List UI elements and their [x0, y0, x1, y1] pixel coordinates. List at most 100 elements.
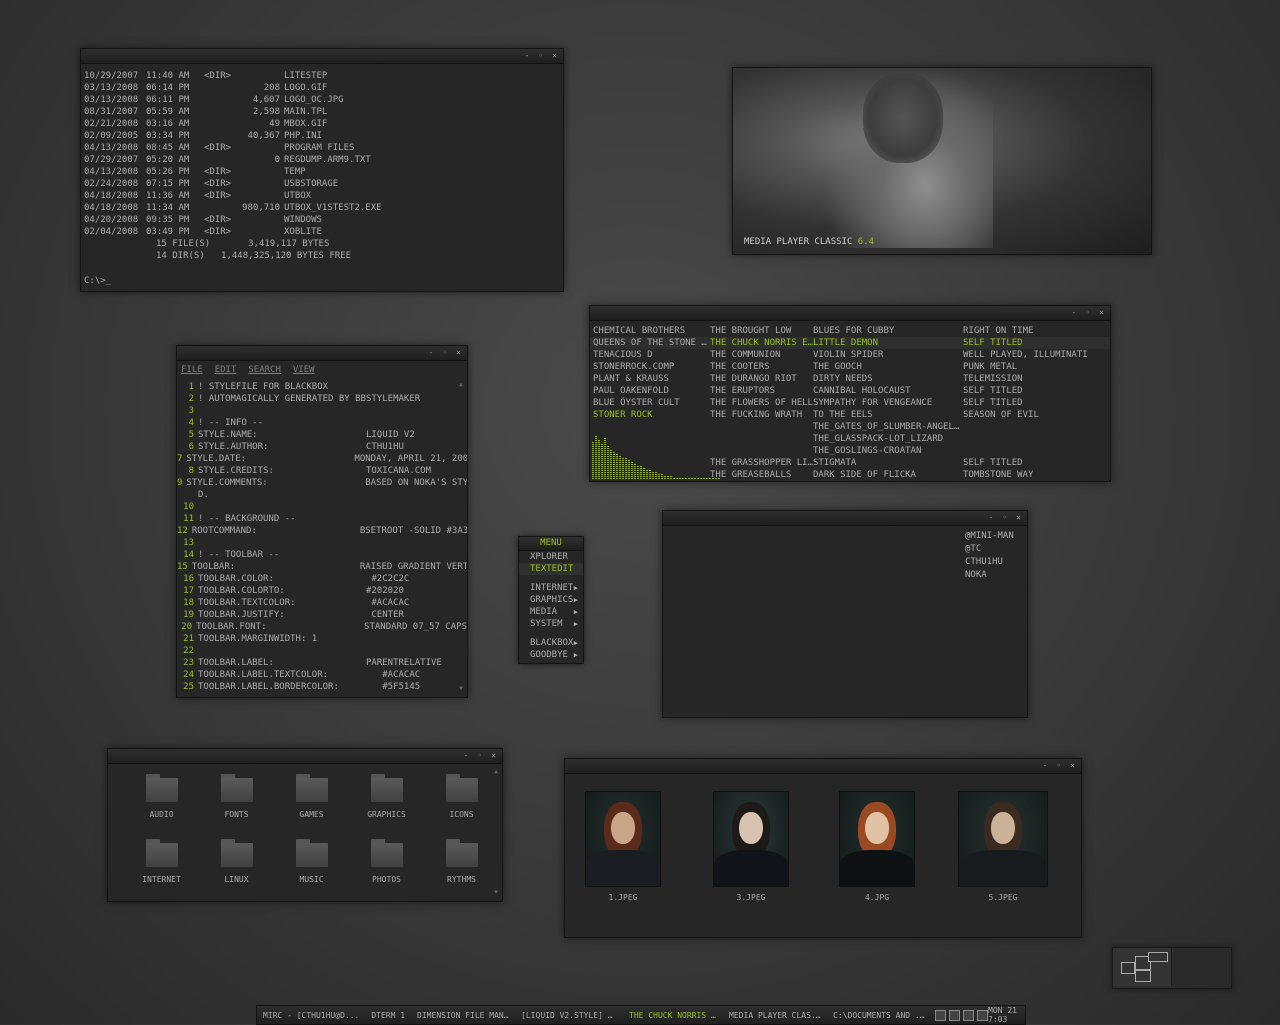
track-cell[interactable]: SYMPATHY FOR VENGEANCE [813, 397, 963, 409]
artist-cell[interactable]: STONER ROCK [590, 409, 710, 421]
close-button[interactable]: × [1070, 761, 1075, 771]
folder-item[interactable]: GRAPHICS [349, 774, 424, 819]
menu-item-xplorer[interactable]: XPLORER [519, 551, 583, 563]
folder-item[interactable]: MUSIC [274, 839, 349, 884]
terminal-output[interactable]: 10/29/2007 11:40 AM <DIR> LITESTEP 03/13/200… [81, 64, 563, 291]
release-cell[interactable]: SELF TITLED [963, 397, 1093, 409]
chat-titlebar[interactable]: - ◦ × [663, 511, 1027, 526]
folder-item[interactable]: RYTHMS [424, 839, 499, 884]
terminal-titlebar[interactable]: - ◦ × [81, 49, 563, 64]
playlist-row[interactable]: BLUE ÖYSTER CULT THE FLOWERS OF HELL SYMPA… [590, 397, 1110, 409]
track-cell[interactable]: THE GOOCH [813, 361, 963, 373]
scroll-up-icon[interactable]: ▲ [457, 381, 465, 389]
playlist-row[interactable]: QUEENS OF THE STONE AGE THE CHUCK NORRIS … [590, 337, 1110, 349]
file-manager-titlebar[interactable]: - ◦ × [108, 749, 502, 764]
nick-item[interactable]: CTHU1HU [965, 556, 1014, 569]
album-cell[interactable]: THE ERUPTORS [710, 385, 813, 397]
scroll-down-icon[interactable]: ▼ [492, 889, 500, 897]
close-button[interactable]: × [456, 348, 461, 358]
editor-line[interactable]: 20 TOOLBAR.FONT: STANDARD 07_57 CAPS [177, 621, 467, 633]
editor-line[interactable]: 9STYLE.COMMENTS: BASED ON NOKA'S STYLE L… [177, 477, 467, 489]
menu-item-blackbox[interactable]: BLACKBOX ▶ [519, 637, 583, 649]
release-cell[interactable]: WELL PLAYED, ILLUMINATI [963, 349, 1093, 361]
image-thumbnail[interactable]: 5.JPEG [958, 791, 1048, 902]
editor-line[interactable]: 23 TOOLBAR.LABEL: PARENTRELATIVE [177, 657, 467, 669]
maximize-button[interactable]: ◦ [1002, 513, 1007, 523]
file-manager-window[interactable]: - ◦ × AUDIO FONTS GAMES GRAPHICS ICONS INTERN… [107, 748, 503, 902]
editor-line[interactable]: 6 STYLE.AUTHOR: CTHU1HU [177, 441, 467, 453]
editor-line[interactable]: 5 STYLE.NAME: LIQUID V2 [177, 429, 467, 441]
editor-line[interactable]: 17 TOOLBAR.COLORTO: #202020 [177, 585, 467, 597]
music-library-window[interactable]: - ◦ × CHEMICAL BROTHERS THE BROUGHT LOW BL… [589, 305, 1111, 482]
chat-message-area[interactable] [663, 526, 959, 717]
folder-item[interactable]: ICONS [424, 774, 499, 819]
editor-scrollbar[interactable]: ▲ ▼ [457, 381, 465, 693]
editor-line[interactable]: 21 TOOLBAR.MARGINWIDTH: 1 [177, 633, 467, 645]
menu-item-media[interactable]: MEDIA ▶ [519, 606, 583, 618]
album-cell[interactable]: THE FUCKING WRATH [710, 409, 813, 421]
release-cell[interactable]: PUNK METAL [963, 361, 1093, 373]
playlist-row[interactable]: STONERROCK.COMP THE COOTERS THE GOOCH PUNK … [590, 361, 1110, 373]
editor-line[interactable]: 24 TOOLBAR.LABEL.TEXTCOLOR: #ACACAC [177, 669, 467, 681]
editor-line[interactable]: 13 [177, 537, 467, 549]
scroll-up-icon[interactable]: ▲ [492, 768, 500, 776]
minimize-button[interactable]: - [1043, 761, 1048, 771]
playlist-titlebar[interactable]: - ◦ × [590, 306, 1110, 321]
close-button[interactable]: × [1016, 513, 1021, 523]
editor-text-area[interactable]: 1 ! STYLEFILE FOR BLACKBOX 2 ! AUTOMAGICALL… [177, 381, 467, 693]
taskbar-task[interactable]: [LIQUID V2.STYLE] - ... [515, 1011, 623, 1020]
editor-titlebar[interactable]: - ◦ × [177, 346, 467, 361]
artist-cell[interactable]: PAUL OAKENFOLD [590, 385, 710, 397]
menu-item-system[interactable]: SYSTEM ▶ [519, 618, 583, 630]
taskbar-task[interactable]: MEDIA PLAYER CLAS... [723, 1011, 827, 1020]
menu-file[interactable]: FILE [181, 365, 203, 375]
editor-line[interactable]: 22 [177, 645, 467, 657]
album-cell[interactable]: THE COOTERS [710, 361, 813, 373]
track-cell[interactable]: CANNIBAL HOLOCAUST [813, 385, 963, 397]
playlist-row[interactable]: PAUL OAKENFOLD THE ERUPTORS CANNIBAL HOLOC… [590, 385, 1110, 397]
album-cell[interactable]: THE GREASEBALLS [710, 469, 813, 481]
menu-search[interactable]: SEARCH [248, 365, 281, 375]
terminal-prompt[interactable]: C:\>_ [84, 275, 111, 287]
album-cell[interactable] [710, 421, 813, 433]
tray-display-icon[interactable] [949, 1009, 961, 1021]
tray-network-icon[interactable] [935, 1009, 947, 1021]
close-button[interactable]: × [491, 751, 496, 761]
close-button[interactable]: × [552, 51, 557, 61]
media-player-window[interactable]: MEDIA PLAYER CLASSIC 6.4 [732, 67, 1152, 255]
irc-chat-window[interactable]: - ◦ × @MINI-MAN @TC CTHU1HU NOKA [662, 510, 1028, 718]
artist-cell[interactable]: BLUE ÖYSTER CULT [590, 397, 710, 409]
editor-line[interactable]: 18 TOOLBAR.TEXTCOLOR: #ACACAC [177, 597, 467, 609]
album-cell[interactable]: THE COMMUNION [710, 349, 813, 361]
workspace-pager[interactable] [1112, 947, 1232, 989]
taskbar-task[interactable]: THE CHUCK NORRIS ... [623, 1011, 723, 1020]
track-cell[interactable]: LITTLE DEMON [813, 337, 963, 349]
editor-line[interactable]: D. [177, 489, 467, 501]
menu-edit[interactable]: EDIT [215, 365, 237, 375]
tray-sync-icon[interactable] [977, 1009, 989, 1021]
release-cell[interactable]: TELEMISSION [963, 373, 1093, 385]
artist-cell[interactable]: QUEENS OF THE STONE AGE [590, 337, 710, 349]
image-viewer-titlebar[interactable]: - ◦ × [565, 759, 1081, 774]
album-cell[interactable]: THE CHUCK NORRIS EXP... [710, 337, 813, 349]
editor-line[interactable]: 11 ! -- BACKGROUND -- [177, 513, 467, 525]
menu-item-graphics[interactable]: GRAPHICS ▶ [519, 594, 583, 606]
workspace-1[interactable] [1113, 948, 1172, 986]
track-cell[interactable]: DARK SIDE OF FLICKA [813, 469, 963, 481]
minimize-button[interactable]: - [1072, 308, 1077, 318]
track-cell[interactable]: TO THE EELS [813, 409, 963, 421]
image-thumbnail[interactable]: 4.JPG [839, 791, 915, 902]
minimize-button[interactable]: - [989, 513, 994, 523]
artist-cell[interactable]: TENACIOUS D [590, 349, 710, 361]
track-cell[interactable]: THE_GATES_OF_SLUMBER-ANGEL_... [813, 421, 963, 433]
track-cell[interactable]: STIGMATA [813, 457, 963, 469]
taskbar-task[interactable]: C:\DOCUMENTS AND ... [827, 1011, 931, 1020]
folder-item[interactable]: INTERNET [124, 839, 199, 884]
release-cell[interactable]: TOMBSTONE WAY [963, 469, 1093, 481]
close-button[interactable]: × [1099, 308, 1104, 318]
editor-line[interactable]: 4 ! -- INFO -- [177, 417, 467, 429]
release-cell[interactable]: SELF TITLED [963, 457, 1093, 469]
artist-cell[interactable]: PLANT & KRAUSS [590, 373, 710, 385]
editor-line[interactable]: 3 [177, 405, 467, 417]
tray-tools-icon[interactable] [963, 1009, 975, 1021]
